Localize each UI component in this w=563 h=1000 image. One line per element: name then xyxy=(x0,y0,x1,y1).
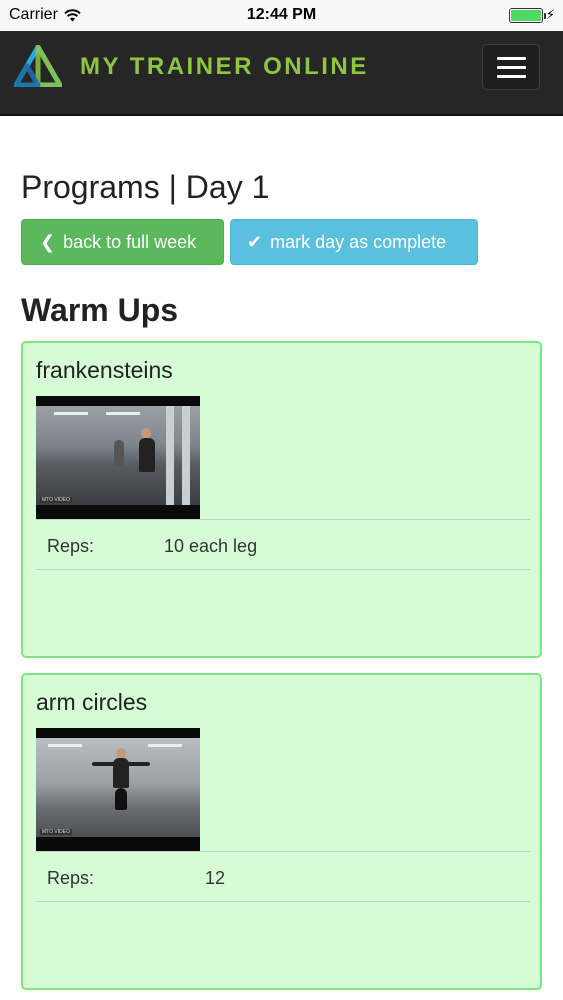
divider xyxy=(36,519,530,520)
divider xyxy=(36,901,530,902)
divider xyxy=(36,569,530,570)
charging-bolt-icon: ⚡ xyxy=(545,7,555,22)
reps-value: 12 xyxy=(205,868,226,888)
reps-label: Reps: xyxy=(47,868,95,888)
triangle-logo-icon[interactable] xyxy=(14,45,62,87)
reps-value: 10 each leg xyxy=(164,536,258,556)
video-thumbnail-arm-circles[interactable]: MTO VIDEO xyxy=(36,728,200,851)
mark-day-complete-button[interactable]: ✔ mark day as complete xyxy=(230,219,478,265)
video-watermark: MTO VIDEO xyxy=(40,829,72,835)
video-watermark: MTO VIDEO xyxy=(40,497,72,503)
back-button-label: back to full week xyxy=(63,231,197,252)
complete-button-label: mark day as complete xyxy=(270,231,447,252)
chevron-left-icon: ❮ xyxy=(40,231,56,252)
exercise-card: arm circles MTO VIDEO Reps: 12 xyxy=(21,673,542,990)
app-navbar: MY TRAINER ONLINE xyxy=(0,31,563,116)
exercise-card: frankensteins MTO VIDEO Reps: 10 each le… xyxy=(21,341,542,658)
video-thumbnail-frankensteins[interactable]: MTO VIDEO xyxy=(36,396,200,519)
status-bar: Carrier 12:44 PM ⚡ xyxy=(0,0,563,31)
status-right: ⚡ xyxy=(508,7,555,23)
status-time: 12:44 PM xyxy=(246,6,317,23)
hamburger-menu-icon xyxy=(496,56,526,60)
brand-title[interactable]: MY TRAINER ONLINE xyxy=(80,53,369,81)
check-icon: ✔ xyxy=(247,231,263,252)
section-title: Warm Ups xyxy=(21,292,179,328)
divider xyxy=(36,851,530,852)
back-to-full-week-button[interactable]: ❮ back to full week xyxy=(21,219,224,265)
hamburger-menu-button[interactable] xyxy=(482,44,540,90)
exercise-title: frankensteins xyxy=(36,357,173,383)
battery-icon xyxy=(508,7,546,23)
page-title: Programs | Day 1 xyxy=(21,169,270,205)
exercise-title: arm circles xyxy=(36,689,148,715)
exerciser-figure xyxy=(139,438,155,472)
reps-label: Reps: xyxy=(47,536,95,556)
